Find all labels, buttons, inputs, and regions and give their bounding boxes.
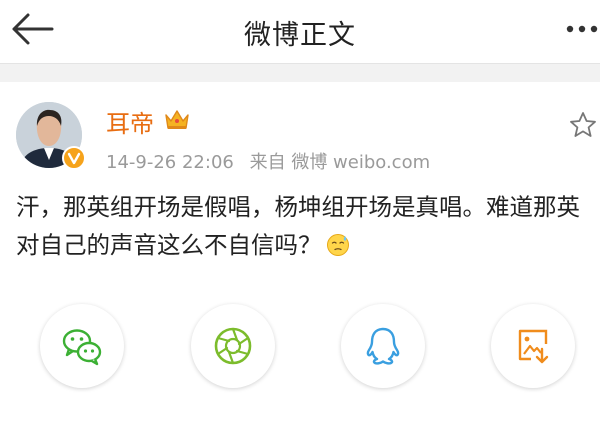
qq-penguin-icon: [366, 327, 400, 365]
moments-share-button[interactable]: [191, 304, 275, 388]
star-outline-icon[interactable]: [568, 110, 598, 140]
post-source: 来自 微博 weibo.com: [249, 152, 431, 173]
verified-v-icon: [62, 146, 86, 170]
qq-share-button[interactable]: [341, 304, 425, 388]
wechat-share-button[interactable]: [40, 304, 124, 388]
save-image-button[interactable]: [491, 304, 575, 388]
top-bar: 微博正文: [0, 0, 600, 58]
sweat-face-icon: [326, 234, 349, 256]
page-title: 微博正文: [244, 20, 356, 51]
post-meta: 14-9-26 22:06 来自 微博 weibo.com: [106, 148, 440, 174]
post-text: 汗，那英组开场是假唱，杨坤组开场是真唱。难道那英对自己的声音这么不自信吗？: [16, 193, 580, 259]
wechat-icon: [62, 329, 102, 366]
save-image-icon: [518, 329, 549, 364]
camera-aperture-icon: [214, 327, 252, 365]
more-dots-icon[interactable]: [564, 16, 600, 42]
post-content: 汗，那英组开场是假唱，杨坤组开场是真唱。难道那英对自己的声音这么不自信吗？: [16, 188, 588, 264]
username[interactable]: 耳帝: [106, 104, 154, 139]
section-divider: [0, 63, 600, 82]
crown-icon: [165, 110, 189, 129]
post-timestamp: 14-9-26 22:06: [106, 152, 234, 173]
